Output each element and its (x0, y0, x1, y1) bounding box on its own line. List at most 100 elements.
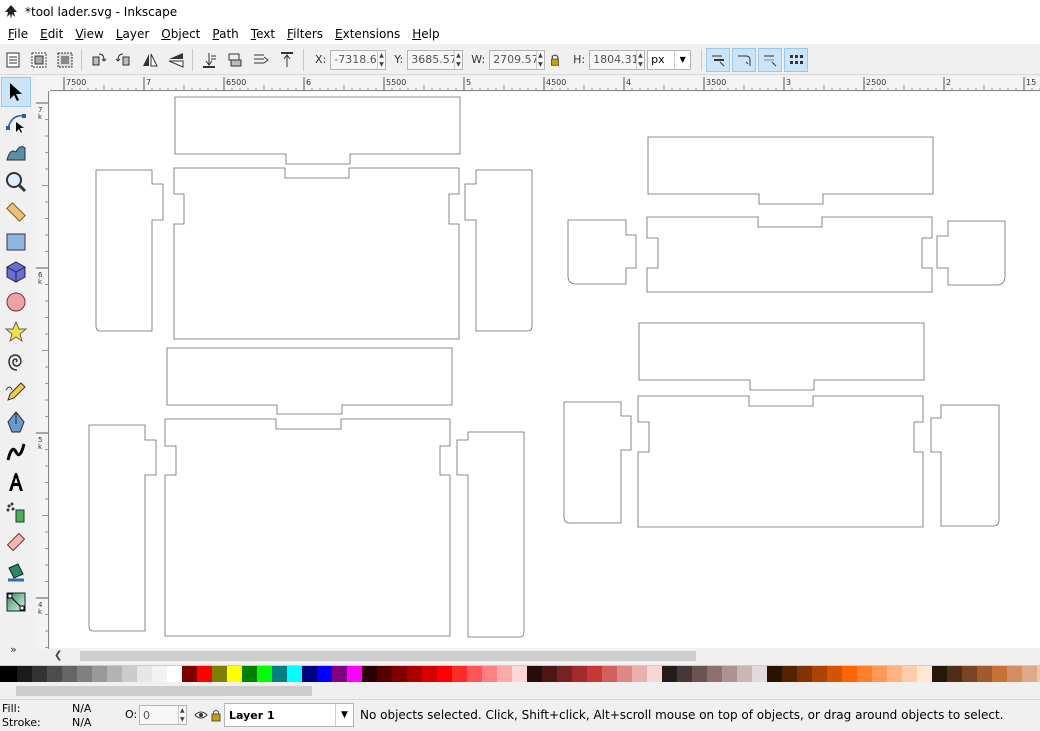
color-swatch[interactable] (152, 666, 167, 682)
color-swatch[interactable] (1007, 666, 1022, 682)
color-swatch[interactable] (632, 666, 647, 682)
color-swatch[interactable] (287, 666, 302, 682)
color-swatch[interactable] (107, 666, 122, 682)
lid-panel[interactable] (647, 136, 934, 205)
color-swatch[interactable] (17, 666, 32, 682)
front-panel[interactable] (164, 418, 451, 637)
color-swatch[interactable] (392, 666, 407, 682)
color-swatch[interactable] (332, 666, 347, 682)
color-swatch[interactable] (812, 666, 827, 682)
lower-to-bottom-button[interactable] (198, 49, 220, 71)
color-swatch[interactable] (317, 666, 332, 682)
opacity-stepper[interactable]: ▲ ▼ (177, 706, 186, 724)
color-swatch[interactable] (377, 666, 392, 682)
vertical-ruler[interactable]: 7k6k5k4k (36, 91, 49, 649)
ellipse-tool[interactable] (1, 287, 31, 317)
select-all-layers-button[interactable] (28, 49, 50, 71)
paint-bucket-tool[interactable] (1, 557, 31, 587)
color-swatch[interactable] (437, 666, 452, 682)
x-field[interactable]: ▲▼ (330, 49, 387, 70)
color-swatch[interactable] (272, 666, 287, 682)
color-swatch[interactable] (887, 666, 902, 682)
pen-tool[interactable] (1, 407, 31, 437)
color-swatch[interactable] (452, 666, 467, 682)
menu-edit[interactable]: Edit (34, 24, 69, 44)
color-swatch[interactable] (947, 666, 962, 682)
side-panel[interactable] (456, 431, 525, 638)
color-swatch[interactable] (47, 666, 62, 682)
y-field[interactable]: ▲▼ (407, 49, 464, 70)
color-swatch[interactable] (752, 666, 767, 682)
x-stepper[interactable]: ▲ ▼ (376, 50, 386, 69)
star-tool[interactable] (1, 317, 31, 347)
text-tool[interactable] (1, 467, 31, 497)
color-swatch[interactable] (302, 666, 317, 682)
front-panel[interactable] (646, 216, 933, 293)
color-swatch[interactable] (1022, 666, 1037, 682)
side-panel[interactable] (464, 169, 533, 332)
menu-extensions[interactable]: Extensions (329, 24, 406, 44)
opacity-input[interactable] (140, 706, 178, 724)
lid-panel[interactable] (166, 347, 453, 415)
color-swatch[interactable] (662, 666, 677, 682)
color-swatch[interactable] (977, 666, 992, 682)
opacity-field[interactable]: ▲▼ (139, 705, 187, 725)
scroll-left-arrow-icon[interactable]: ❮ (54, 649, 62, 663)
side-panel[interactable] (930, 404, 1000, 527)
color-swatch[interactable] (617, 666, 632, 682)
measure-tool[interactable] (1, 197, 31, 227)
y-input[interactable] (408, 50, 454, 69)
menu-view[interactable]: View (69, 24, 109, 44)
zoom-tool[interactable] (1, 167, 31, 197)
palette-scrollbar[interactable] (0, 684, 1040, 698)
color-swatch[interactable] (902, 666, 917, 682)
color-swatch[interactable] (857, 666, 872, 682)
menu-text[interactable]: Text (245, 24, 281, 44)
color-swatch[interactable] (122, 666, 137, 682)
color-swatch[interactable] (362, 666, 377, 682)
color-swatch[interactable] (692, 666, 707, 682)
color-swatch[interactable] (32, 666, 47, 682)
color-swatch[interactable] (77, 666, 92, 682)
color-swatch[interactable] (722, 666, 737, 682)
h-stepper[interactable]: ▲ ▼ (635, 50, 645, 69)
h-input[interactable] (590, 50, 636, 69)
scale-corners-toggle[interactable] (732, 47, 757, 72)
lid-panel[interactable] (174, 96, 461, 165)
color-swatch[interactable] (227, 666, 242, 682)
calligraphy-tool[interactable] (1, 437, 31, 467)
3d-box-tool[interactable] (1, 257, 31, 287)
scale-stroke-toggle[interactable] (706, 47, 731, 72)
y-stepper[interactable]: ▲ ▼ (453, 50, 463, 69)
selector-tool[interactable] (1, 77, 31, 107)
color-swatch[interactable] (242, 666, 257, 682)
flip-vertical-button[interactable] (165, 49, 187, 71)
rotate-cw-button[interactable] (113, 49, 135, 71)
raise-to-top-button[interactable] (276, 49, 298, 71)
color-swatch[interactable] (407, 666, 422, 682)
stroke-value[interactable]: N/A (72, 716, 91, 729)
color-swatch[interactable] (527, 666, 542, 682)
transform-patterns-toggle[interactable] (784, 47, 809, 72)
lock-icon[interactable] (209, 708, 223, 722)
color-swatch[interactable] (167, 666, 182, 682)
lid-panel[interactable] (638, 322, 925, 391)
side-panel[interactable] (567, 219, 637, 285)
drawing-canvas[interactable] (50, 92, 1040, 648)
menu-layer[interactable]: Layer (110, 24, 155, 44)
color-swatch[interactable] (257, 666, 272, 682)
color-swatch[interactable] (992, 666, 1007, 682)
scrollbar-thumb[interactable] (80, 651, 696, 661)
lock-ratio-button[interactable] (547, 49, 563, 71)
lower-button[interactable] (224, 49, 246, 71)
color-swatch[interactable] (647, 666, 662, 682)
w-input[interactable] (490, 50, 536, 69)
spray-tool[interactable] (1, 497, 31, 527)
deselect-button[interactable] (54, 49, 76, 71)
horizontal-ruler[interactable]: 7500 7 6500 6 5500 5 4500 4 3500 3 2500 2 15 (50, 77, 1040, 91)
color-swatch[interactable] (842, 666, 857, 682)
color-swatch[interactable] (542, 666, 557, 682)
color-swatch[interactable] (797, 666, 812, 682)
spiral-tool[interactable] (1, 347, 31, 377)
flip-horizontal-button[interactable] (139, 49, 161, 71)
